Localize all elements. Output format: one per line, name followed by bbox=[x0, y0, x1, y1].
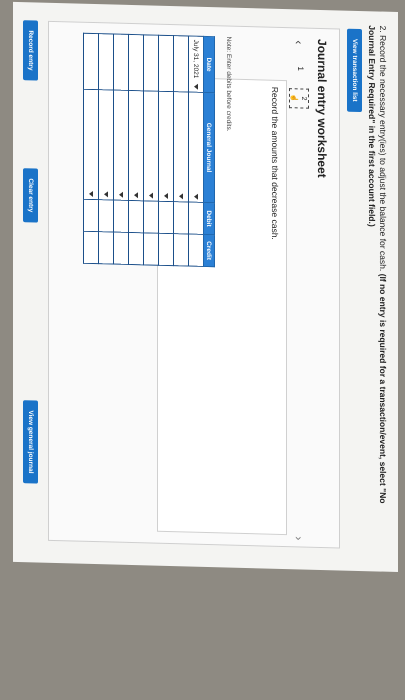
debit-input[interactable] bbox=[143, 200, 159, 234]
account-select[interactable] bbox=[83, 89, 99, 200]
date-select[interactable]: July 31, 2021 bbox=[188, 36, 204, 93]
action-buttons: Record entry Clear entry View general jo… bbox=[22, 20, 38, 540]
account-select[interactable] bbox=[173, 91, 189, 203]
worksheet-title: Journal entry worksheet bbox=[315, 38, 329, 178]
credit-input[interactable] bbox=[98, 231, 114, 265]
credit-input[interactable] bbox=[158, 233, 174, 266]
question-text: 2. Record the necessary entry(ies) to ad… bbox=[366, 25, 388, 536]
credit-input[interactable] bbox=[143, 232, 159, 266]
account-select[interactable] bbox=[98, 89, 114, 201]
question-number: 2. bbox=[378, 25, 388, 33]
table-row bbox=[143, 34, 159, 266]
date-cell bbox=[98, 33, 114, 91]
table-row bbox=[173, 35, 189, 267]
table-row bbox=[98, 33, 114, 265]
account-select[interactable] bbox=[143, 90, 159, 202]
credit-input[interactable] bbox=[113, 232, 129, 265]
credit-input[interactable] bbox=[83, 231, 99, 264]
pointer-cursor-icon: ☝ bbox=[290, 93, 297, 103]
debit-input[interactable] bbox=[173, 201, 189, 235]
debit-input[interactable] bbox=[188, 202, 204, 235]
date-cell bbox=[173, 35, 189, 93]
debit-input[interactable] bbox=[128, 200, 144, 233]
table-row bbox=[128, 34, 144, 265]
next-page-icon[interactable]: › bbox=[292, 536, 306, 540]
debit-input[interactable] bbox=[158, 201, 174, 234]
account-select[interactable] bbox=[113, 90, 129, 201]
credit-input[interactable] bbox=[128, 232, 144, 265]
page-2-current[interactable]: 2 ☝ bbox=[289, 88, 309, 109]
account-select[interactable] bbox=[158, 91, 174, 202]
credit-input[interactable] bbox=[188, 234, 204, 267]
general-journal-table: Date General Journal Debit Credit July 3… bbox=[83, 33, 215, 267]
date-cell bbox=[83, 33, 99, 90]
credit-input[interactable] bbox=[173, 233, 189, 267]
date-cell bbox=[128, 34, 144, 91]
page-1-link[interactable]: 1 bbox=[296, 66, 305, 71]
date-cell bbox=[158, 35, 174, 92]
header-general-journal: General Journal bbox=[203, 92, 215, 203]
header-date: Date bbox=[203, 36, 215, 93]
account-select[interactable] bbox=[188, 92, 204, 203]
instruction-text: Record the amounts that decrease cash. bbox=[270, 86, 280, 241]
debit-input[interactable] bbox=[98, 199, 114, 233]
view-transaction-list-button[interactable]: View transaction list bbox=[347, 28, 362, 112]
journal-entry-worksheet-panel: Journal entry worksheet ‹ 1 2 ☝ › Record … bbox=[48, 20, 340, 549]
question-body: Record the necessary entry(ies) to adjus… bbox=[378, 34, 388, 272]
date-cell bbox=[143, 34, 159, 92]
view-general-journal-button[interactable]: View general journal bbox=[23, 400, 38, 484]
photographed-screen: 2. Record the necessary entry(ies) to ad… bbox=[13, 1, 398, 573]
table-row bbox=[113, 34, 129, 265]
date-cell bbox=[113, 34, 129, 91]
account-select[interactable] bbox=[128, 90, 144, 201]
table-row bbox=[83, 33, 99, 264]
page-2-label: 2 bbox=[300, 96, 307, 101]
debit-input[interactable] bbox=[113, 200, 129, 233]
table-row bbox=[158, 35, 174, 266]
header-credit: Credit bbox=[203, 234, 215, 267]
header-debit: Debit bbox=[203, 202, 215, 235]
table-row: July 31, 2021 bbox=[188, 36, 204, 267]
debits-credits-note: Note: Enter debits before credits. bbox=[225, 36, 232, 132]
record-entry-button[interactable]: Record entry bbox=[23, 20, 38, 81]
previous-page-icon[interactable]: ‹ bbox=[292, 40, 306, 44]
table-header-row: Date General Journal Debit Credit bbox=[203, 36, 215, 267]
debit-input[interactable] bbox=[83, 199, 99, 232]
clear-entry-button[interactable]: Clear entry bbox=[23, 168, 38, 223]
